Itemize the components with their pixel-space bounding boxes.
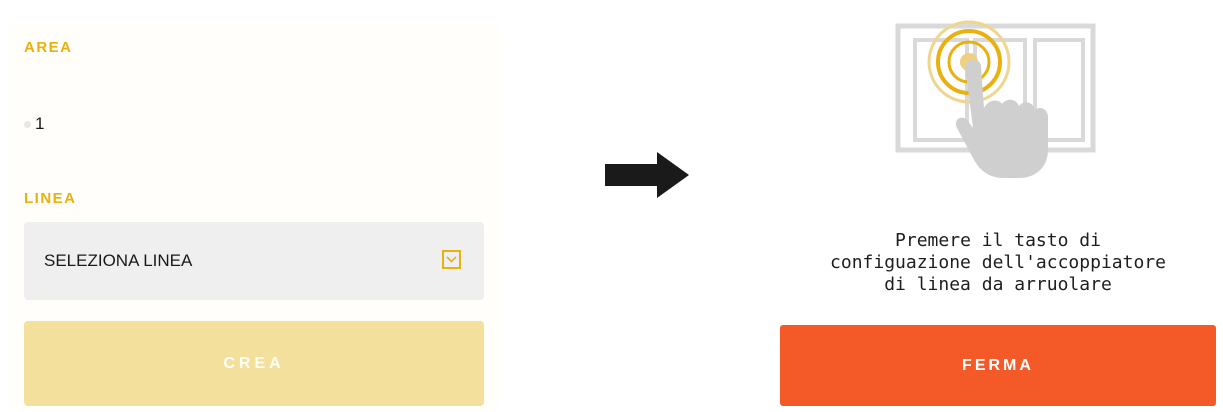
arrow-right-icon bbox=[605, 152, 689, 202]
crea-button[interactable]: CREA bbox=[24, 321, 484, 406]
instruction-line: configuazione dell'accoppiatore bbox=[830, 252, 1166, 273]
linea-select-value: SELEZIONA LINEA bbox=[44, 251, 193, 270]
area-value-field[interactable]: 1 bbox=[24, 114, 44, 134]
instruction-text: Premere il tasto di configuazione dell'a… bbox=[780, 230, 1216, 296]
instruction-line: di linea da arruolare bbox=[884, 274, 1112, 295]
area-label: AREA bbox=[24, 39, 73, 56]
linea-label: LINEA bbox=[24, 190, 77, 207]
hand-pressing-button-icon bbox=[893, 0, 1103, 180]
instruction-line: Premere il tasto di bbox=[895, 230, 1101, 251]
area-value: 1 bbox=[35, 114, 45, 133]
create-line-panel: AREA 1 LINEA SELEZIONA LINEA CREA bbox=[9, 22, 499, 410]
linea-select[interactable]: SELEZIONA LINEA bbox=[24, 222, 484, 300]
radio-dot-icon bbox=[24, 121, 31, 129]
chevron-down-icon[interactable] bbox=[442, 250, 461, 269]
ferma-button[interactable]: FERMA bbox=[780, 325, 1216, 406]
screen: AREA 1 LINEA SELEZIONA LINEA CREA Premer… bbox=[0, 0, 1223, 412]
